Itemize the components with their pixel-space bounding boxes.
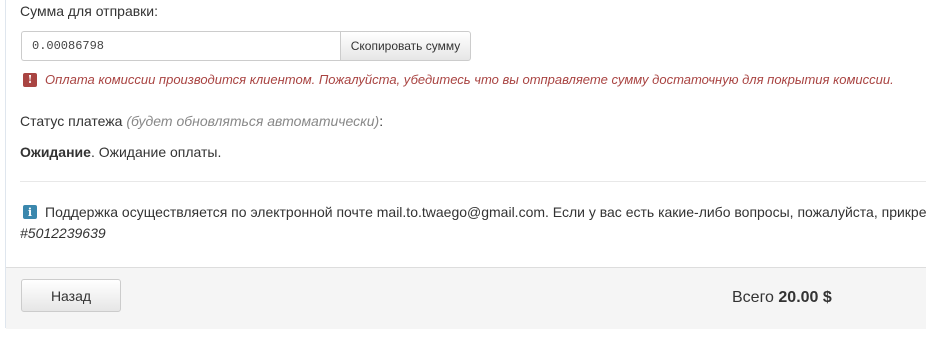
fee-warning-text: Оплата комиссии производится клиентом. П…: [45, 72, 894, 87]
payment-status-label: Статус платежа (будет обновляться автома…: [20, 113, 383, 129]
info-icon: i: [23, 205, 37, 219]
status-auto-update-hint: (будет обновляться автоматически): [126, 113, 380, 129]
back-button[interactable]: Назад: [21, 279, 121, 312]
total-value: 20.00 $: [778, 289, 832, 306]
total-label: Всего: [732, 289, 774, 306]
status-label-text: Статус платежа: [20, 113, 123, 129]
status-value-bold: Ожидание: [20, 144, 91, 160]
divider: [20, 181, 926, 182]
payment-status-value: Ожидание. Ожидание оплаты.: [20, 144, 221, 160]
copy-amount-button[interactable]: Скопировать сумму: [340, 31, 471, 61]
support-info-text: Поддержка осуществляется по электронной …: [45, 204, 926, 220]
amount-label: Сумма для отправки:: [20, 3, 159, 19]
order-id: #5012239639: [20, 225, 106, 241]
status-value-text: . Ожидание оплаты.: [90, 144, 222, 160]
fee-warning: ! Оплата комиссии производится клиентом.…: [23, 72, 894, 87]
footer-bar: Назад Всего 20.00 $: [6, 267, 926, 329]
total-amount: Всего 20.00 $: [732, 289, 832, 307]
status-label-suffix: :: [379, 113, 384, 129]
amount-input[interactable]: [21, 31, 341, 61]
support-info: i Поддержка осуществляется по электронно…: [23, 204, 926, 220]
exclamation-icon: !: [23, 72, 37, 87]
